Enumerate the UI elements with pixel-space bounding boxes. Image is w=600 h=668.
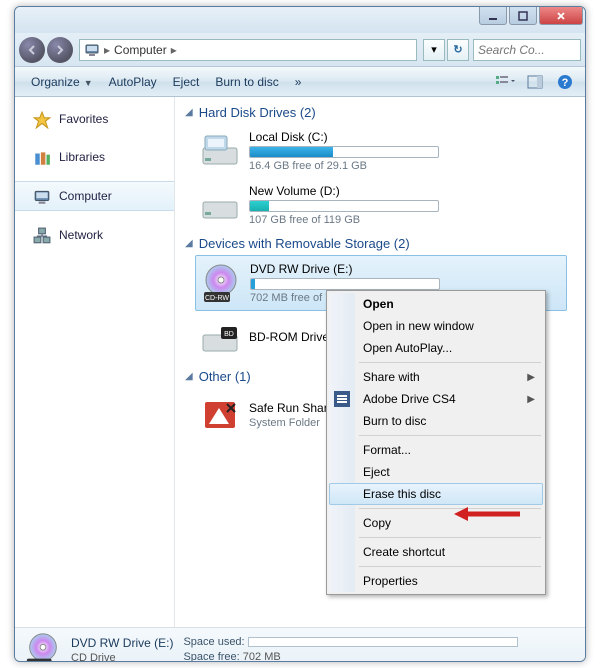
svg-text:CD-RW: CD-RW [28, 661, 52, 662]
bd-drive-icon: BD [199, 317, 241, 359]
chevron-down-icon: ▼ [84, 78, 93, 88]
sidebar-item-computer[interactable]: Computer [15, 181, 174, 211]
space-free-value: 702 MB [243, 651, 281, 662]
ctx-create-shortcut[interactable]: Create shortcut [329, 541, 543, 563]
drive-name: DVD RW Drive (E:) [250, 262, 556, 276]
space-used-bar [248, 637, 518, 647]
group-title: Hard Disk Drives (2) [199, 105, 316, 120]
chevron-down-icon: ▾ [431, 43, 437, 56]
burn-button[interactable]: Burn to disc [207, 72, 286, 92]
space-free-label: Space free: [183, 651, 239, 662]
refresh-icon: ↻ [453, 43, 462, 56]
hdd-icon [199, 130, 241, 172]
computer-icon [84, 42, 100, 58]
address-dropdown-button[interactable]: ▾ [423, 39, 445, 61]
refresh-button[interactable]: ↻ [447, 39, 469, 61]
autoplay-button[interactable]: AutoPlay [101, 72, 165, 92]
separator [359, 435, 541, 436]
separator [359, 566, 541, 567]
hdd-icon [199, 184, 241, 226]
star-icon [33, 111, 51, 127]
sidebar-item-network[interactable]: Network [15, 221, 174, 249]
help-button[interactable]: ? [553, 72, 577, 92]
sidebar: Favorites Libraries Computer Network [15, 97, 175, 627]
minimize-button[interactable] [479, 7, 507, 25]
ctx-properties[interactable]: Properties [329, 570, 543, 592]
breadcrumb-chevron[interactable]: ▸ [171, 43, 177, 57]
computer-icon [33, 188, 51, 204]
adobe-drive-icon [334, 391, 350, 407]
details-name: DVD RW Drive (E:) [71, 636, 173, 650]
sidebar-item-label: Libraries [59, 150, 105, 164]
details-pane: CD-RW DVD RW Drive (E:) CD Drive Space u… [15, 627, 585, 662]
search-input[interactable] [473, 39, 581, 61]
drive-local-disk-c[interactable]: Local Disk (C:) 16.4 GB free of 29.1 GB [175, 124, 585, 178]
sidebar-item-favorites[interactable]: Favorites [15, 105, 174, 133]
svg-text:CD-RW: CD-RW [205, 295, 229, 302]
ctx-burn-to-disc[interactable]: Burn to disc [329, 410, 543, 432]
sidebar-item-libraries[interactable]: Libraries [15, 143, 174, 171]
sidebar-item-label: Favorites [59, 112, 108, 126]
folder-icon [199, 394, 241, 436]
space-used-label: Space used: [183, 636, 244, 648]
context-menu: Open Open in new window Open AutoPlay...… [326, 290, 546, 595]
organize-menu[interactable]: Organize▼ [23, 72, 101, 92]
submenu-arrow-icon: ▶ [527, 394, 535, 405]
svg-text:BD: BD [224, 331, 234, 338]
svg-text:?: ? [562, 77, 569, 89]
toolbar-overflow-button[interactable]: » [287, 72, 310, 92]
maximize-button[interactable] [509, 7, 537, 25]
group-title: Other (1) [199, 369, 251, 384]
ctx-open-autoplay[interactable]: Open AutoPlay... [329, 337, 543, 359]
preview-pane-button[interactable] [523, 72, 547, 92]
ctx-erase-this-disc[interactable]: Erase this disc [329, 483, 543, 505]
drive-free-text: 16.4 GB free of 29.1 GB [249, 160, 575, 172]
separator [359, 362, 541, 363]
titlebar [15, 7, 585, 33]
annotation-arrow [452, 504, 522, 529]
ctx-format[interactable]: Format... [329, 439, 543, 461]
network-icon [33, 227, 51, 243]
toolbar: Organize▼ AutoPlay Eject Burn to disc » … [15, 67, 585, 97]
details-type: CD Drive [71, 652, 173, 663]
space-bar [249, 146, 439, 158]
navbar: ▸ Computer ▸ ▾ ↻ [15, 33, 585, 67]
group-header-removable[interactable]: ◢ Devices with Removable Storage (2) [175, 232, 585, 255]
ctx-open-new-window[interactable]: Open in new window [329, 315, 543, 337]
collapse-icon: ◢ [185, 238, 193, 249]
drive-name: Local Disk (C:) [249, 130, 575, 144]
back-button[interactable] [19, 37, 45, 63]
ctx-share-with[interactable]: Share with▶ [329, 366, 543, 388]
libraries-icon [33, 149, 51, 165]
drive-name: New Volume (D:) [249, 184, 575, 198]
submenu-arrow-icon: ▶ [527, 372, 535, 383]
sidebar-item-label: Network [59, 228, 103, 242]
ctx-open[interactable]: Open [329, 293, 543, 315]
breadcrumb-chevron[interactable]: ▸ [104, 43, 110, 57]
group-header-hdd[interactable]: ◢ Hard Disk Drives (2) [175, 101, 585, 124]
sidebar-item-label: Computer [59, 189, 112, 203]
ctx-adobe-drive[interactable]: Adobe Drive CS4▶ [329, 388, 543, 410]
close-button[interactable] [539, 7, 583, 25]
forward-button[interactable] [47, 37, 73, 63]
eject-button[interactable]: Eject [165, 72, 208, 92]
collapse-icon: ◢ [185, 371, 193, 382]
drive-free-text: 107 GB free of 119 GB [249, 214, 575, 226]
collapse-icon: ◢ [185, 107, 193, 118]
disc-icon: CD-RW [23, 632, 63, 663]
space-bar [250, 278, 440, 290]
breadcrumb-location[interactable]: Computer [114, 43, 167, 57]
address-bar[interactable]: ▸ Computer ▸ [79, 39, 417, 61]
ctx-eject[interactable]: Eject [329, 461, 543, 483]
view-menu-button[interactable] [493, 72, 517, 92]
drive-new-volume-d[interactable]: New Volume (D:) 107 GB free of 119 GB [175, 178, 585, 232]
space-bar [249, 200, 439, 212]
separator [359, 537, 541, 538]
group-title: Devices with Removable Storage (2) [199, 236, 410, 251]
disc-icon: CD-RW [200, 262, 242, 304]
